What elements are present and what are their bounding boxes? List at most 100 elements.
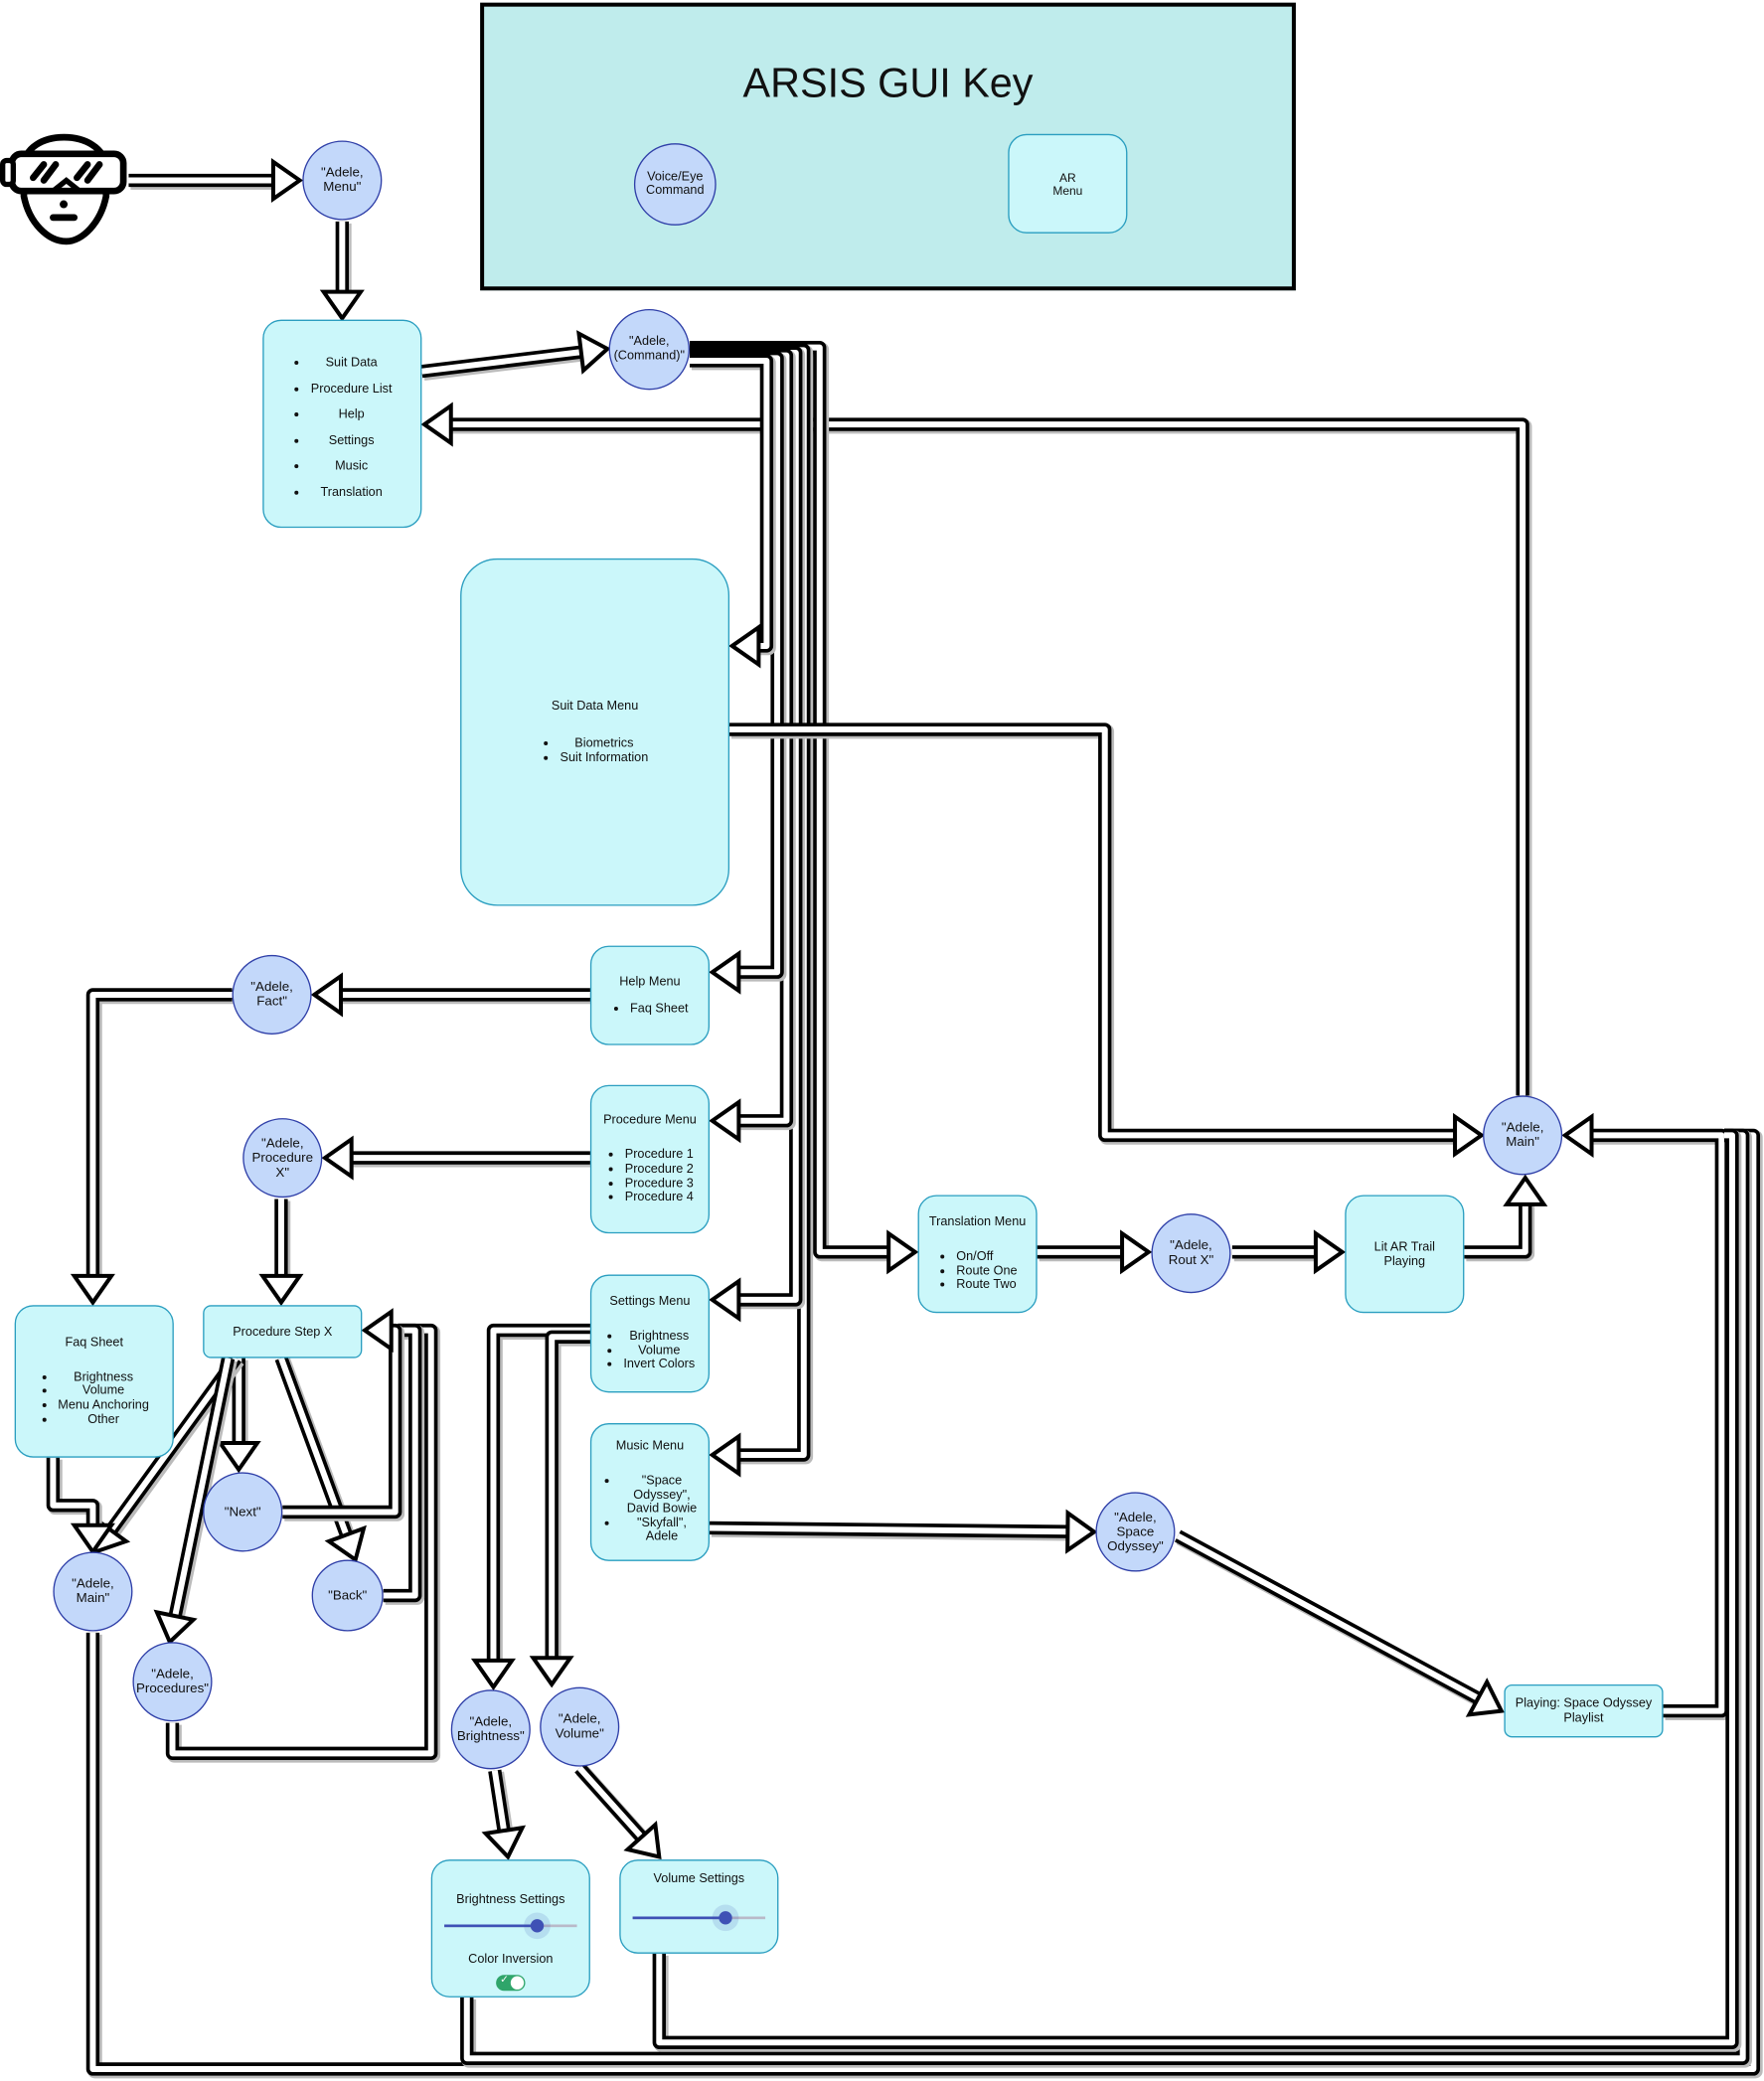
- main-menu[interactable]: Suit Data Procedure List Help Settings M…: [262, 319, 422, 529]
- menu-item-procedure-list[interactable]: Procedure List: [311, 376, 393, 401]
- command-adele-procedure-x[interactable]: "Adele, Procedure X": [242, 1118, 323, 1199]
- arrow-space-to-playing: [1174, 1529, 1505, 1717]
- arrow-help-to-fact: [310, 972, 592, 1018]
- help-menu[interactable]: Help Menu Faq Sheet: [589, 945, 711, 1045]
- arrowhead: [709, 1432, 741, 1478]
- arrowhead: [270, 157, 304, 204]
- arrowhead: [1503, 1174, 1548, 1206]
- faq-sheet-title: Faq Sheet: [65, 1335, 124, 1351]
- arrowhead: [1453, 1112, 1486, 1158]
- music-menu-title: Music Menu: [615, 1438, 685, 1454]
- arrow-procedure-to-proc-x: [321, 1135, 592, 1181]
- arrowhead: [324, 1524, 367, 1563]
- suit-data-item-biometrics[interactable]: Biometrics: [560, 736, 648, 751]
- procedure-step-x[interactable]: Procedure Step X: [203, 1305, 363, 1359]
- help-item-faq-sheet[interactable]: Faq Sheet: [630, 1002, 689, 1017]
- check-icon: ✓: [500, 1973, 510, 1986]
- arrow-brightness-to-settings: [481, 1769, 527, 1860]
- arrowhead: [470, 1658, 517, 1691]
- arrowhead: [1561, 1112, 1594, 1158]
- arrow-suit-data-to-main: [729, 722, 1486, 1158]
- arrow-main-menu-to-command: [420, 330, 611, 381]
- command-adele-rout-x[interactable]: "Adele, Rout X": [1151, 1213, 1231, 1294]
- brightness-slider-thumb[interactable]: [530, 1919, 545, 1933]
- suit-data-menu[interactable]: Suit Data Menu Biometrics Suit Informati…: [460, 558, 730, 906]
- arrowhead: [321, 1135, 354, 1181]
- translation-item-route-two[interactable]: Route Two: [956, 1278, 1017, 1293]
- arrowhead: [420, 401, 453, 447]
- procedure-item-2[interactable]: Procedure 2: [625, 1162, 694, 1177]
- command-adele-menu[interactable]: "Adele, Menu": [302, 140, 383, 221]
- settings-item-invert-colors[interactable]: Invert Colors: [623, 1358, 695, 1372]
- command-adele-volume[interactable]: "Adele, Volume": [540, 1686, 620, 1767]
- arrowhead: [1120, 1229, 1153, 1275]
- brightness-settings-title: Brightness Settings: [456, 1892, 565, 1908]
- translation-menu-title: Translation Menu: [928, 1214, 1027, 1230]
- arrow-faq-to-main-left: [46, 1457, 115, 1555]
- arrowhead: [709, 1098, 741, 1144]
- lit-ar-trail-playing: Lit AR Trail Playing: [1345, 1195, 1465, 1314]
- translation-item-on-off[interactable]: On/Off: [956, 1250, 1017, 1265]
- command-next[interactable]: "Next": [203, 1472, 283, 1552]
- arrow-playing-to-main: [1561, 1112, 1731, 1720]
- arrowhead: [153, 1609, 198, 1646]
- command-adele-fact[interactable]: "Adele, Fact": [232, 954, 312, 1035]
- arrowhead: [728, 623, 761, 669]
- arrowhead: [216, 1441, 261, 1474]
- music-menu[interactable]: Music Menu "Space Odyssey", David Bowie …: [589, 1423, 711, 1561]
- menu-item-music[interactable]: Music: [311, 453, 393, 479]
- music-item-space-odyssey[interactable]: "Space Odyssey", David Bowie: [621, 1474, 704, 1518]
- key-title: ARSIS GUI Key: [742, 60, 1034, 106]
- legend-key: ARSIS GUI Key Voice/Eye Command AR Menu: [480, 2, 1296, 291]
- command-adele-brightness[interactable]: "Adele, Brightness": [450, 1689, 531, 1770]
- volume-slider[interactable]: [632, 1904, 766, 1932]
- settings-menu-title: Settings Menu: [609, 1294, 691, 1310]
- arrowhead: [709, 949, 741, 995]
- brightness-settings[interactable]: Brightness Settings Color Inversion ✓: [430, 1859, 590, 1998]
- arrow-fact-to-faq: [70, 988, 235, 1307]
- arrowhead: [319, 289, 365, 322]
- translation-menu[interactable]: Translation Menu On/Off Route One Route …: [917, 1195, 1038, 1314]
- menu-item-help[interactable]: Help: [311, 401, 393, 427]
- command-back[interactable]: "Back": [311, 1559, 384, 1632]
- color-inversion-toggle[interactable]: ✓: [496, 1973, 526, 1992]
- suit-data-menu-title: Suit Data Menu: [551, 699, 639, 714]
- volume-settings[interactable]: Volume Settings: [619, 1859, 779, 1954]
- volume-slider-thumb[interactable]: [719, 1911, 732, 1925]
- music-item-skyfall[interactable]: "Skyfall", Adele: [621, 1516, 704, 1545]
- command-adele-command[interactable]: "Adele, (Command)": [608, 308, 690, 391]
- brightness-slider[interactable]: [444, 1912, 577, 1940]
- playing-space-odyssey: Playing: Space Odyssey Playlist: [1504, 1683, 1664, 1738]
- arrowhead: [361, 1308, 394, 1354]
- flow-diagram: ARSIS GUI Key Voice/Eye Command AR Menu …: [0, 0, 1764, 2081]
- arrowhead: [70, 1273, 115, 1307]
- command-adele-main-left[interactable]: "Adele, Main": [53, 1551, 133, 1632]
- arrow-rout-to-trail: [1231, 1229, 1347, 1275]
- faq-item-other: Other: [58, 1412, 149, 1427]
- arrow-translation-to-rout: [1037, 1229, 1153, 1275]
- procedure-menu-title: Procedure Menu: [603, 1113, 697, 1128]
- arrowhead: [709, 1277, 741, 1323]
- faq-sheet[interactable]: Faq Sheet Brightness Volume Menu Anchori…: [14, 1305, 174, 1458]
- command-adele-space-odyssey[interactable]: "Adele, Space Odyssey": [1095, 1492, 1176, 1572]
- settings-menu[interactable]: Settings Menu Brightness Volume Invert C…: [589, 1274, 711, 1393]
- color-inversion-label: Color Inversion: [468, 1952, 554, 1968]
- menu-item-translation[interactable]: Translation: [311, 479, 393, 505]
- arrowhead: [529, 1656, 574, 1688]
- connector-layer: [46, 157, 1763, 2079]
- key-voice-command: Voice/Eye Command: [633, 143, 717, 226]
- menu-item-suit-data[interactable]: Suit Data: [311, 350, 393, 376]
- procedure-menu[interactable]: Procedure Menu Procedure 1 Procedure 2 P…: [589, 1084, 711, 1234]
- arrow-user-to-menu-cmd: [128, 157, 304, 204]
- volume-settings-title: Volume Settings: [653, 1871, 745, 1886]
- suit-data-item-suit-information[interactable]: Suit Information: [560, 750, 648, 765]
- arrow-trail-to-main: [1464, 1174, 1548, 1262]
- menu-item-settings[interactable]: Settings: [311, 427, 393, 453]
- arrow-menu-cmd-to-main-menu: [319, 221, 365, 322]
- arrow-music-to-space: [709, 1509, 1098, 1554]
- command-adele-main-right[interactable]: "Adele, Main": [1483, 1095, 1563, 1176]
- procedure-item-4[interactable]: Procedure 4: [625, 1191, 694, 1205]
- arrowhead: [1313, 1229, 1347, 1275]
- settings-item-brightness[interactable]: Brightness: [623, 1330, 695, 1345]
- command-adele-procedures[interactable]: "Adele, Procedures": [132, 1642, 213, 1722]
